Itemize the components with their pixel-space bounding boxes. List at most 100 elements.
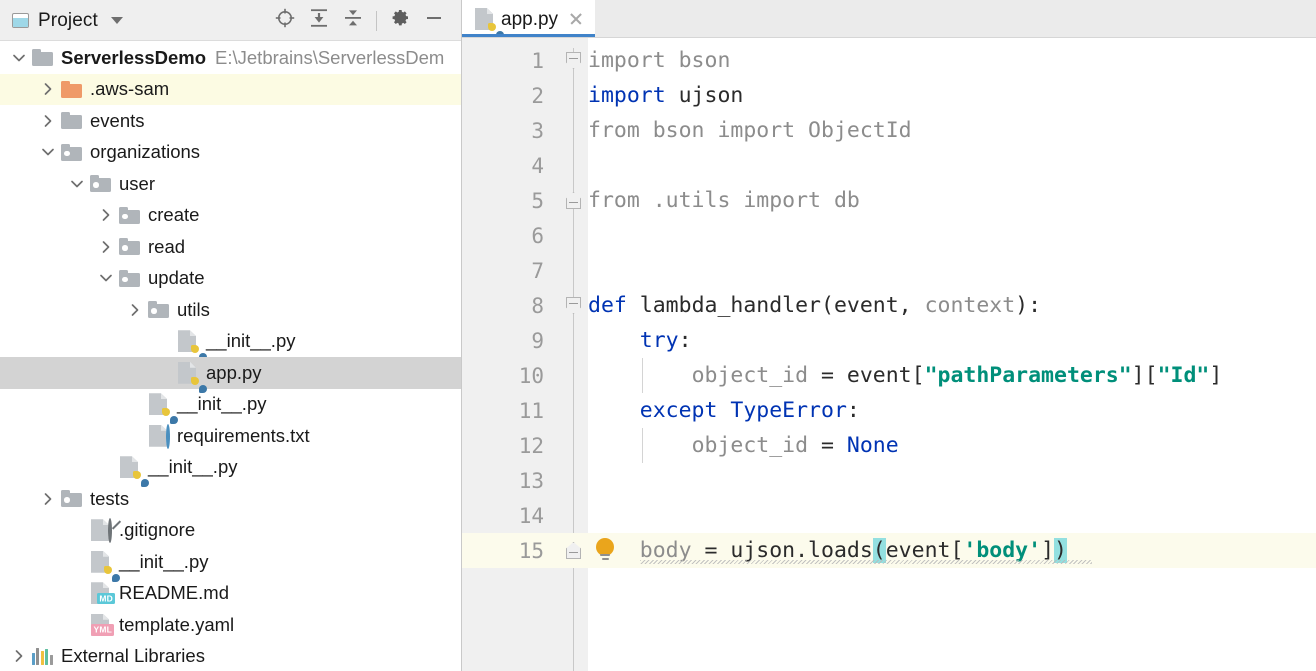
tree-row-create[interactable]: create — [0, 200, 461, 232]
tree-row-serverlessdemo[interactable]: ServerlessDemoE:\Jetbrains\ServerlessDem — [0, 42, 461, 74]
line-number[interactable]: 13 — [462, 469, 544, 493]
code-token: ujson — [666, 83, 744, 108]
package-folder-icon — [119, 270, 140, 287]
code-text[interactable]: def lambda_handler(event, context): — [588, 293, 1041, 318]
code-text[interactable]: object_id = event["pathParameters"]["Id"… — [588, 363, 1222, 388]
tree-node-label: template.yaml — [119, 616, 234, 635]
tree-row-init-py[interactable]: __init__.py — [0, 326, 461, 358]
tree-row-template-yaml[interactable]: YMLtemplate.yaml — [0, 609, 461, 641]
code-line: 6 — [462, 218, 1316, 253]
chevron-down-icon[interactable] — [111, 17, 123, 24]
tree-row-read[interactable]: read — [0, 231, 461, 263]
indent-guide — [642, 428, 643, 463]
tree-row-events[interactable]: events — [0, 105, 461, 137]
tree-row-gitignore[interactable]: .gitignore — [0, 515, 461, 547]
python-file-icon — [475, 8, 493, 30]
close-icon[interactable] — [568, 11, 584, 27]
chevron-down-icon — [98, 270, 114, 286]
code-text[interactable]: object_id = None — [588, 433, 899, 458]
python-file-icon — [120, 456, 138, 478]
line-number[interactable]: 1 — [462, 49, 544, 73]
line-number[interactable]: 14 — [462, 504, 544, 528]
package-folder-icon — [148, 301, 169, 318]
code-line: 3 from bson import ObjectId — [462, 113, 1316, 148]
fold-end-icon[interactable] — [566, 192, 581, 209]
line-number[interactable]: 15 — [462, 539, 544, 563]
code-text[interactable]: try: — [588, 328, 692, 353]
tree-expand-toggle[interactable] — [37, 491, 59, 507]
fold-start-icon[interactable] — [566, 52, 581, 69]
line-number[interactable]: 9 — [462, 329, 544, 353]
tree-node-label: requirements.txt — [177, 427, 310, 446]
tree-expand-toggle[interactable] — [66, 176, 88, 192]
line-number[interactable]: 3 — [462, 119, 544, 143]
project-tool-window-actions — [268, 4, 451, 38]
project-tool-window-title[interactable]: Project — [12, 10, 123, 32]
code-text[interactable]: import ujson — [588, 83, 743, 108]
code-text[interactable]: from bson import ObjectId — [588, 118, 912, 143]
minus-icon — [423, 7, 445, 34]
line-number[interactable]: 8 — [462, 294, 544, 318]
editor-tab-label: app.py — [501, 10, 558, 29]
line-number[interactable]: 7 — [462, 259, 544, 283]
editor-tab-app-py[interactable]: app.py — [462, 0, 595, 38]
tree-row-init-py[interactable]: __init__.py — [0, 452, 461, 484]
code-line: 5 from .utils import db — [462, 183, 1316, 218]
tree-expand-toggle[interactable] — [95, 239, 117, 255]
tree-expand-toggle[interactable] — [8, 648, 30, 664]
tree-node-icon — [59, 110, 83, 132]
tree-node-label: events — [90, 112, 145, 131]
tree-row-user[interactable]: user — [0, 168, 461, 200]
package-folder-icon — [61, 490, 82, 507]
code-token: try — [640, 328, 679, 353]
code-text[interactable]: import bson — [588, 48, 730, 73]
tree-row-aws-sam[interactable]: .aws-sam — [0, 74, 461, 106]
tree-row-tests[interactable]: tests — [0, 483, 461, 515]
line-number[interactable]: 6 — [462, 224, 544, 248]
tree-row-update[interactable]: update — [0, 263, 461, 295]
tree-row-requirements-txt[interactable]: requirements.txt — [0, 420, 461, 452]
select-opened-file-button[interactable] — [268, 4, 302, 38]
gitignore-file-icon — [91, 519, 109, 541]
fold-start-icon[interactable] — [566, 297, 581, 314]
tree-expand-toggle[interactable] — [37, 81, 59, 97]
collapse-all-button[interactable] — [336, 4, 370, 38]
tree-row-init-py[interactable]: __init__.py — [0, 389, 461, 421]
hide-button[interactable] — [417, 4, 451, 38]
tree-expand-toggle[interactable] — [124, 302, 146, 318]
locate-target-icon — [274, 7, 296, 34]
code-editor[interactable]: 1 import bson 2 import ujson 3 from bson impo… — [462, 38, 1316, 671]
line-number[interactable]: 11 — [462, 399, 544, 423]
line-number[interactable]: 12 — [462, 434, 544, 458]
tree-node-label: organizations — [90, 143, 200, 162]
tree-node-icon — [59, 141, 83, 163]
code-token — [588, 538, 640, 563]
tree-expand-toggle[interactable] — [37, 144, 59, 160]
line-number[interactable]: 10 — [462, 364, 544, 388]
tree-row-init-py[interactable]: __init__.py — [0, 546, 461, 578]
project-tree[interactable]: ServerlessDemoE:\Jetbrains\ServerlessDem… — [0, 41, 461, 671]
expand-all-button[interactable] — [302, 4, 336, 38]
settings-button[interactable] — [383, 4, 417, 38]
tree-expand-toggle[interactable] — [95, 270, 117, 286]
code-line: 7 — [462, 253, 1316, 288]
tree-row-organizations[interactable]: organizations — [0, 137, 461, 169]
code-token: object_id — [692, 363, 809, 388]
code-token — [588, 363, 692, 388]
code-text[interactable]: except TypeError: — [588, 398, 860, 423]
tree-row-app-py[interactable]: app.py — [0, 357, 461, 389]
code-text[interactable]: from .utils import db — [588, 188, 860, 213]
line-number[interactable]: 2 — [462, 84, 544, 108]
tree-row-readme-md[interactable]: MDREADME.md — [0, 578, 461, 610]
fold-end-icon[interactable] — [566, 542, 581, 559]
tree-row-utils[interactable]: utils — [0, 294, 461, 326]
tree-expand-toggle[interactable] — [95, 207, 117, 223]
line-number[interactable]: 5 — [462, 189, 544, 213]
code-line: 12 object_id = None — [462, 428, 1316, 463]
markdown-file-icon: MD — [91, 582, 109, 604]
line-number[interactable]: 4 — [462, 154, 544, 178]
tree-expand-toggle[interactable] — [37, 113, 59, 129]
code-token: : — [679, 328, 692, 353]
tree-row-external-libraries[interactable]: External Libraries — [0, 641, 461, 671]
tree-expand-toggle[interactable] — [8, 50, 30, 66]
